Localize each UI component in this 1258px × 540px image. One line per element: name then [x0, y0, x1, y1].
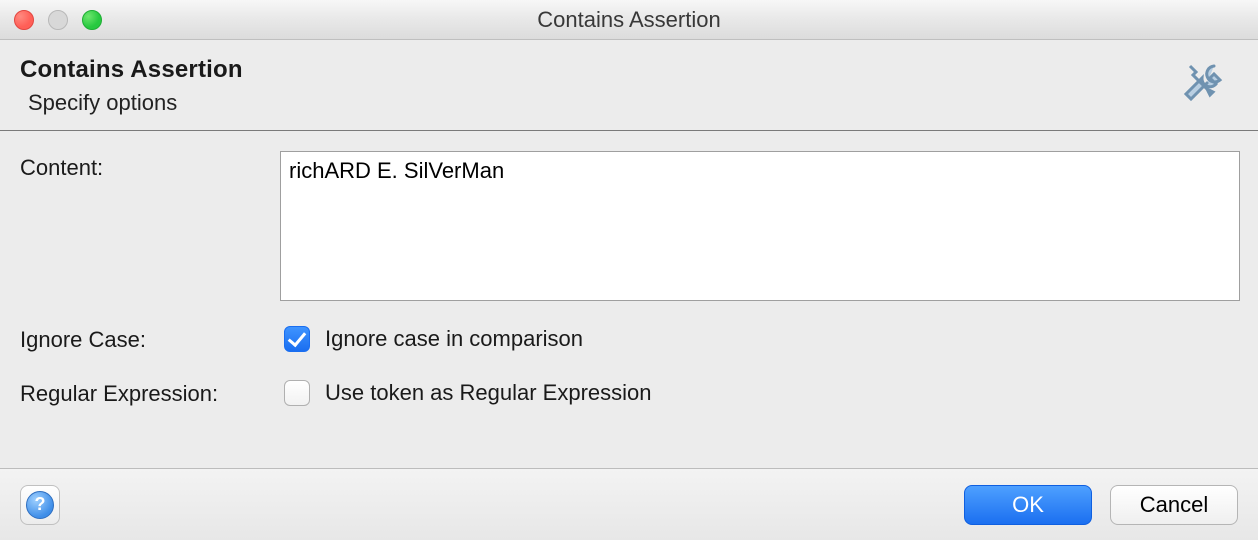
content-label: Content: — [20, 151, 280, 181]
window-title: Contains Assertion — [537, 7, 720, 33]
cancel-button[interactable]: Cancel — [1110, 485, 1238, 525]
regex-row: Use token as Regular Expression — [280, 377, 1240, 409]
dialog-header: Contains Assertion Specify options — [0, 40, 1258, 131]
form-area: Content: Ignore Case: Ignore case in com… — [0, 131, 1258, 468]
dialog-header-text: Contains Assertion Specify options — [20, 56, 1176, 116]
dialog-footer: ? OK Cancel — [0, 468, 1258, 540]
regex-label: Regular Expression: — [20, 377, 280, 407]
ignore-case-row: Ignore case in comparison — [280, 323, 1240, 355]
content-input[interactable] — [280, 151, 1240, 301]
ignore-case-checkbox-label: Ignore case in comparison — [325, 326, 583, 352]
ignore-case-checkbox[interactable] — [284, 326, 310, 352]
ok-button[interactable]: OK — [964, 485, 1092, 525]
window-controls — [14, 10, 102, 30]
zoom-window-button[interactable] — [82, 10, 102, 30]
dialog-title: Contains Assertion — [20, 56, 1176, 84]
settings-tools-icon — [1176, 58, 1230, 112]
close-window-button[interactable] — [14, 10, 34, 30]
regex-checkbox[interactable] — [284, 380, 310, 406]
regex-checkbox-label: Use token as Regular Expression — [325, 380, 652, 406]
dialog-window: Contains Assertion Contains Assertion Sp… — [0, 0, 1258, 540]
ignore-case-label: Ignore Case: — [20, 323, 280, 353]
help-button[interactable]: ? — [20, 485, 60, 525]
titlebar: Contains Assertion — [0, 0, 1258, 40]
minimize-window-button — [48, 10, 68, 30]
dialog-subtitle: Specify options — [28, 90, 1176, 116]
help-icon: ? — [26, 491, 54, 519]
